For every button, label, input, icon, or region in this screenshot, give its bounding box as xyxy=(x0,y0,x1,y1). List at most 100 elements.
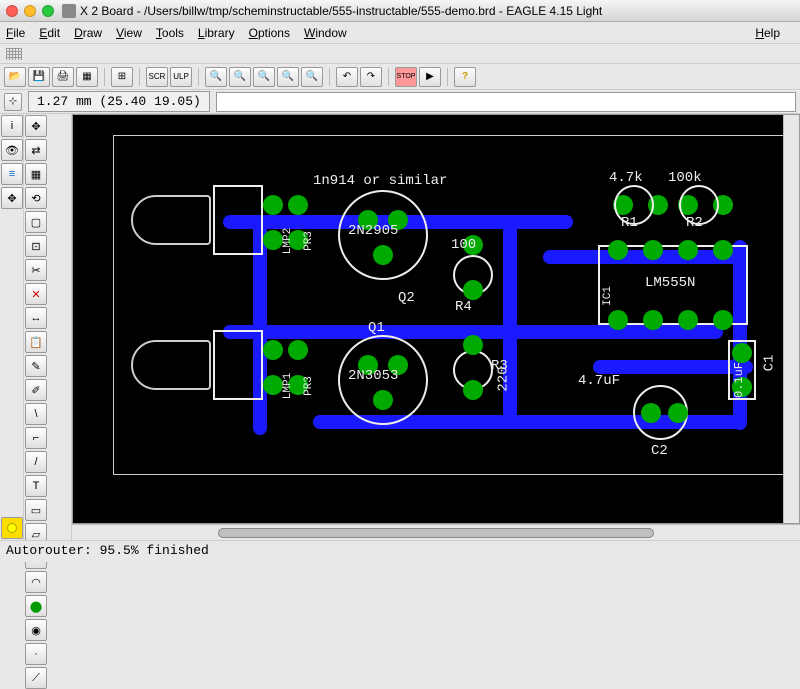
lmp2-outline xyxy=(131,195,211,245)
hole-tool[interactable]: ◉ xyxy=(25,619,47,641)
menu-file[interactable]: FFileile xyxy=(6,26,25,40)
left-toolbar-1: i 👁 ≡ ✥ xyxy=(0,114,24,540)
command-input[interactable] xyxy=(216,92,796,112)
schematic-button[interactable]: ⊞ xyxy=(111,67,133,87)
signal-tool[interactable]: · xyxy=(25,643,47,665)
mirror-tool[interactable]: ⇄ xyxy=(25,139,47,161)
smash-tool[interactable]: \ xyxy=(25,403,47,425)
zoom-window-button[interactable] xyxy=(42,5,54,17)
paste-tool[interactable]: 📋 xyxy=(25,331,47,353)
coord-bar: ⊹ 1.27 mm (25.40 19.05) xyxy=(0,90,800,114)
pr3b-ref-label: PR3 xyxy=(303,376,315,396)
app-icon xyxy=(62,4,76,18)
r2-value-label: 100k xyxy=(668,170,702,186)
scrollbar-thumb[interactable] xyxy=(218,528,655,538)
ic1-ref-label: IC1 xyxy=(602,286,614,306)
layers-tool[interactable]: ≡ xyxy=(1,163,23,185)
cut-tool[interactable]: ✂ xyxy=(25,259,47,281)
lmp1-ref-label: LMP1 xyxy=(282,373,294,399)
help-button[interactable]: ? xyxy=(454,67,476,87)
status-text: Autorouter: 95.5% finished xyxy=(6,543,209,558)
status-bar: Autorouter: 95.5% finished xyxy=(0,540,800,562)
r3-ref-label: R3 xyxy=(491,358,508,374)
vertical-scrollbar[interactable] xyxy=(783,115,799,523)
group-tool[interactable]: ▦ xyxy=(25,163,47,185)
menu-view[interactable]: View xyxy=(116,26,142,40)
copy-tool[interactable]: ↔ xyxy=(25,307,47,329)
zoom-fit-button[interactable]: 🔍 xyxy=(205,67,227,87)
arc-tool[interactable]: ◠ xyxy=(25,571,47,593)
rotate-tool[interactable]: ⟲ xyxy=(25,187,47,209)
title-prefix: X xyxy=(80,4,88,18)
via-tool[interactable]: ⬤ xyxy=(25,595,47,617)
redo-button[interactable]: ↷ xyxy=(360,67,382,87)
route-tool[interactable]: ⟋ xyxy=(25,667,47,689)
grid-toolbar xyxy=(0,44,800,64)
move-tool[interactable]: ✥ xyxy=(25,115,47,137)
lmp1-outline xyxy=(131,340,211,390)
delete-tool[interactable]: ✕ xyxy=(25,283,47,305)
c2-ref-label: C2 xyxy=(651,443,668,459)
change-tool[interactable]: ⊡ xyxy=(25,235,47,257)
open-button[interactable]: 📂 xyxy=(4,67,26,87)
c2-value-label: 4.7uF xyxy=(578,373,620,389)
horizontal-scrollbar[interactable] xyxy=(72,524,800,540)
close-window-button[interactable] xyxy=(6,5,18,17)
window-title: 2 Board - /Users/billw/tmp/scheminstruct… xyxy=(91,4,602,18)
diode-note-label: 1n914 or similar xyxy=(313,173,447,189)
value-tool[interactable]: ✐ xyxy=(25,379,47,401)
ulp-button[interactable]: ULP xyxy=(170,67,192,87)
info-tool[interactable]: i xyxy=(1,115,23,137)
coord-display: 1.27 mm (25.40 19.05) xyxy=(28,91,210,112)
lmp2-ref-label: LMP2 xyxy=(282,228,294,254)
q1-ref-label: Q1 xyxy=(368,320,385,336)
coord-origin-button[interactable]: ⊹ xyxy=(4,93,22,111)
titlebar: X 2 Board - /Users/billw/tmp/scheminstru… xyxy=(0,0,800,22)
rect-tool[interactable]: ▭ xyxy=(25,499,47,521)
stop-button[interactable]: STOP xyxy=(395,67,417,87)
zoom-out-button[interactable]: 🔍 xyxy=(253,67,275,87)
pr3a-ref-label: PR3 xyxy=(303,231,315,251)
wire-tool[interactable]: / xyxy=(25,451,47,473)
q2-ref-label: Q2 xyxy=(398,290,415,306)
r2-ref-label: R2 xyxy=(686,215,703,231)
show-tool[interactable]: 👁 xyxy=(1,139,23,161)
script-button[interactable]: SCR xyxy=(146,67,168,87)
minimize-window-button[interactable] xyxy=(24,5,36,17)
zoom-in-button[interactable]: 🔍 xyxy=(229,67,251,87)
miter-tool[interactable]: ⌐ xyxy=(25,427,47,449)
r4-ref-label: R4 xyxy=(455,299,472,315)
board-canvas[interactable]: 1n914 or similar 2N2905 2N3053 Q2 Q1 100… xyxy=(72,114,800,524)
print-button[interactable]: 🖨 xyxy=(52,67,74,87)
r4-value-label: 100 xyxy=(451,237,476,253)
menu-draw[interactable]: Draw xyxy=(74,26,102,40)
r1-ref-label: R1 xyxy=(621,215,638,231)
c1-ref-label: C1 xyxy=(761,355,777,372)
r1-value-label: 4.7k xyxy=(609,170,643,186)
cam-button[interactable]: ▦ xyxy=(76,67,98,87)
menu-options[interactable]: Options xyxy=(249,26,290,40)
name-tool[interactable]: ✎ xyxy=(25,355,47,377)
menu-help[interactable]: Help xyxy=(755,26,780,40)
zoom-redraw-button[interactable]: 🔍 xyxy=(277,67,299,87)
main-toolbar: 📂 💾 🖨 ▦ ⊞ SCR ULP 🔍 🔍 🔍 🔍 🔍 ↶ ↷ STOP ▶ ? xyxy=(0,64,800,90)
undo-button[interactable]: ↶ xyxy=(336,67,358,87)
q2-value-label: 2N2905 xyxy=(348,223,398,239)
zoom-select-button[interactable]: 🔍 xyxy=(301,67,323,87)
go-button[interactable]: ▶ xyxy=(419,67,441,87)
ic1-value-label: LM555N xyxy=(645,275,695,291)
save-button[interactable]: 💾 xyxy=(28,67,50,87)
menu-edit[interactable]: Edit xyxy=(39,26,60,40)
text-tool[interactable]: T xyxy=(25,475,47,497)
tool-palette: ✥ ⇄ ▦ ⟲ ▢ ⊡ ✂ ✕ ↔ 📋 ✎ ✐ \ ⌐ / T ▭ ▱ ○ ◠ … xyxy=(24,114,72,540)
c1-value-label: 0.1uF xyxy=(732,362,746,398)
menubar: FFileile Edit Draw View Tools Library Op… xyxy=(0,22,800,44)
mark-tool[interactable]: ✥ xyxy=(1,187,23,209)
q1-value-label: 2N3053 xyxy=(348,368,398,384)
menu-tools[interactable]: Tools xyxy=(156,26,184,40)
grid-icon[interactable] xyxy=(6,48,22,60)
menu-window[interactable]: Window xyxy=(304,26,347,40)
menu-library[interactable]: Library xyxy=(198,26,235,40)
errors-tool[interactable] xyxy=(1,517,23,539)
select-tool[interactable]: ▢ xyxy=(25,211,47,233)
